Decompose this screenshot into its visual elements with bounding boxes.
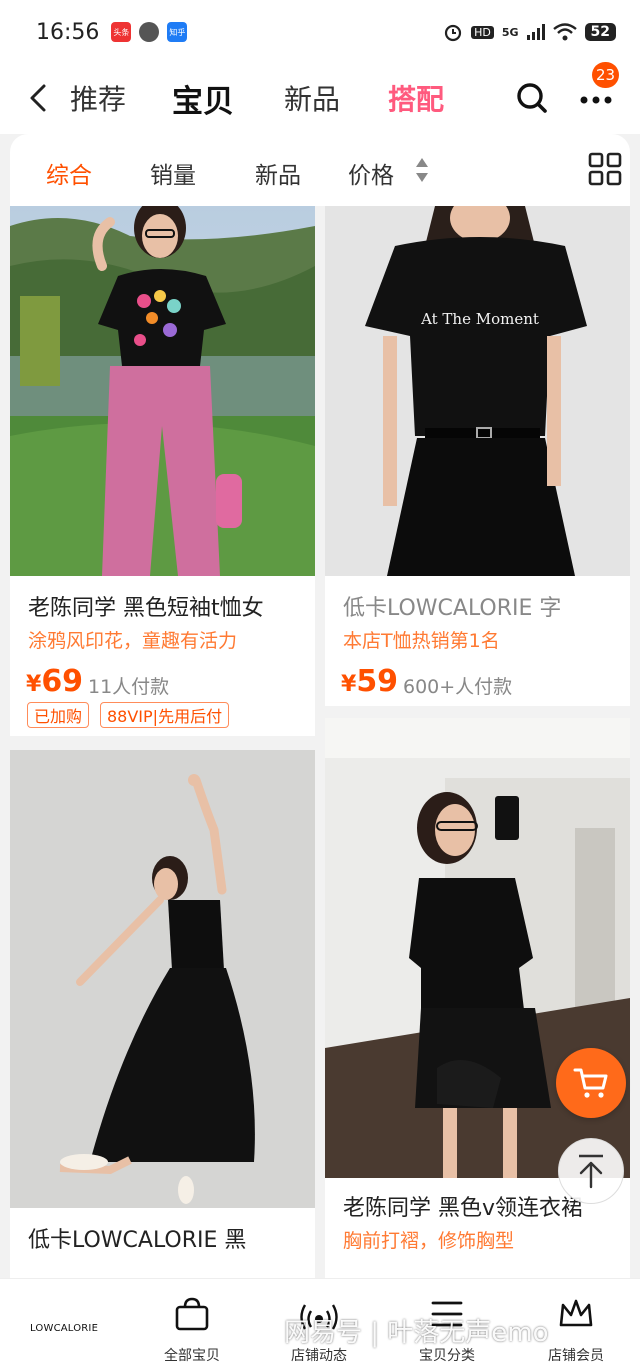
sold-count: 600+人付款	[403, 676, 513, 698]
watermark: 网易号 | 叶落无声emo	[284, 1318, 549, 1348]
product-price: ¥ 59	[341, 664, 399, 699]
signal-icon	[526, 24, 545, 40]
search-button[interactable]	[512, 78, 552, 118]
product-image[interactable]: At The Moment	[325, 206, 630, 576]
tee-print-text: At The Moment	[420, 310, 539, 328]
product-subtitle: 涂鸦风印花，童趣有活力	[28, 630, 238, 652]
wifi-icon	[552, 23, 577, 41]
back-to-top-button[interactable]	[558, 1138, 624, 1204]
product-title[interactable]: 老陈同学 黑色v领连衣裙	[343, 1190, 583, 1222]
product-image[interactable]	[10, 750, 315, 1208]
status-time: 16:56	[36, 19, 100, 45]
top-nav: 推荐 宝贝 新品 搭配	[0, 64, 640, 134]
product-card[interactable]: 老陈同学 黑色短袖t恤女 涂鸦风印花，童趣有活力 ¥ 69 11人付款 已加购 …	[10, 206, 315, 736]
toutiao-app-icon: 头条	[111, 22, 132, 42]
product-subtitle: 本店T恤热销第1名	[343, 630, 500, 652]
product-price: ¥ 69	[26, 664, 84, 699]
app-notification-icon	[139, 22, 160, 42]
search-icon	[517, 83, 547, 113]
bottom-all-items[interactable]: 全部宝贝	[137, 1297, 247, 1365]
tab-new[interactable]: 新品	[284, 78, 340, 118]
tag-88vip: 88VIP|先用后付	[100, 702, 230, 728]
crown-icon	[559, 1299, 593, 1327]
cart-button[interactable]	[556, 1048, 626, 1118]
message-count-badge: 23	[592, 62, 620, 88]
filter-new[interactable]: 新品	[255, 156, 301, 190]
status-bar: 16:56 头条 知乎 HD 5G 52	[0, 0, 640, 64]
product-subtitle: 胸前打褶，修饰胸型	[343, 1230, 515, 1252]
product-image[interactable]	[10, 206, 315, 576]
zhihu-app-icon: 知乎	[167, 22, 188, 42]
back-to-top-icon	[579, 1154, 603, 1189]
product-card[interactable]: At The Moment 低卡LOWCALORIE 字 本店T恤热销第1名 ¥…	[325, 206, 630, 706]
product-photo-black-tee-dress: At The Moment	[325, 206, 630, 576]
brand-logo[interactable]: LOWCALORIE	[30, 1323, 98, 1334]
product-title[interactable]: 老陈同学 黑色短袖t恤女	[28, 590, 264, 622]
bag-icon	[175, 1297, 209, 1331]
product-photo-graphic-tee	[10, 206, 315, 576]
sold-count: 11人付款	[88, 676, 170, 698]
back-button[interactable]	[18, 78, 58, 118]
tab-outfits[interactable]: 搭配	[388, 78, 444, 118]
filter-comprehensive[interactable]: 综合	[46, 156, 92, 190]
back-arrow-icon	[30, 84, 46, 112]
sort-arrows-icon[interactable]	[415, 156, 429, 184]
battery-indicator: 52	[584, 23, 616, 41]
cart-icon	[573, 1068, 608, 1098]
product-card[interactable]: 低卡LOWCALORIE 黑	[10, 750, 315, 1280]
status-indicators: HD 5G 52	[443, 22, 616, 42]
product-title[interactable]: 低卡LOWCALORIE 黑	[28, 1222, 246, 1254]
signal-label: 5G	[501, 25, 519, 39]
tab-recommend[interactable]: 推荐	[70, 78, 126, 118]
hd-badge: HD	[471, 25, 494, 39]
filter-price[interactable]: 价格	[348, 156, 394, 190]
product-photo-black-dress	[10, 750, 315, 1208]
product-title[interactable]: 低卡LOWCALORIE 字	[343, 590, 561, 622]
tag-added-to-cart: 已加购	[27, 702, 90, 728]
filter-sales[interactable]: 销量	[150, 156, 196, 190]
alarm-icon	[444, 24, 462, 42]
grid-toggle-icon[interactable]	[588, 152, 622, 186]
filter-bar: 综合 销量 新品 价格	[10, 134, 630, 206]
tab-items[interactable]: 宝贝	[172, 76, 234, 121]
